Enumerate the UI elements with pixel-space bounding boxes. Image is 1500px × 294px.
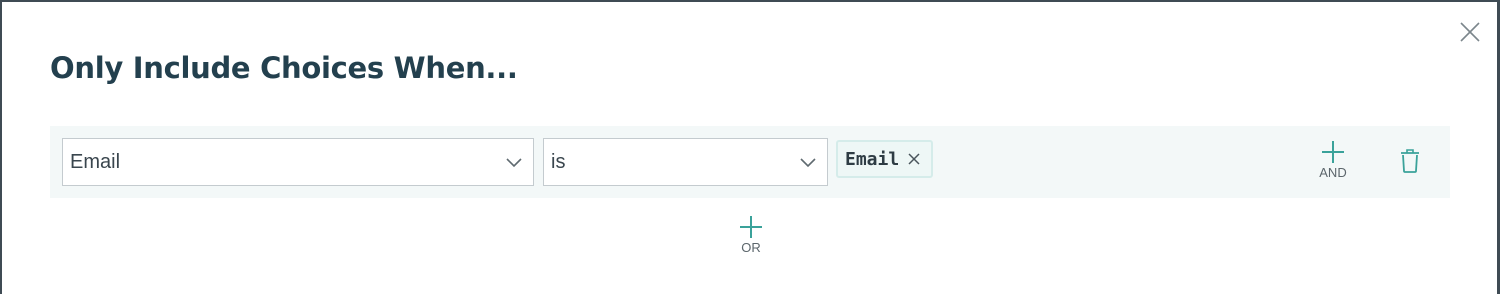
- close-button[interactable]: [1457, 19, 1483, 45]
- operator-select-value: is: [551, 151, 566, 173]
- add-and-condition-button[interactable]: AND: [1308, 140, 1358, 186]
- plus-icon: [1322, 141, 1344, 163]
- condition-row: Email is Email AND: [50, 126, 1450, 198]
- add-and-label: AND: [1319, 165, 1347, 180]
- close-icon: [1460, 22, 1480, 42]
- condition-dialog: Only Include Choices When... Email is Em…: [2, 2, 1497, 294]
- field-select-value: Email: [70, 151, 121, 173]
- remove-chip-icon[interactable]: [907, 152, 921, 166]
- trash-icon: [1401, 149, 1419, 173]
- field-select[interactable]: Email: [62, 138, 534, 186]
- chevron-down-icon: [506, 158, 522, 168]
- add-or-label: OR: [741, 240, 761, 255]
- value-chip: Email: [836, 140, 934, 178]
- dialog-title: Only Include Choices When...: [50, 51, 518, 85]
- operator-select[interactable]: is: [543, 138, 828, 186]
- value-chip-label: Email: [845, 148, 900, 170]
- plus-icon: [740, 216, 762, 238]
- chevron-down-icon: [800, 158, 816, 168]
- delete-condition-button[interactable]: [1399, 148, 1421, 174]
- add-or-condition-button[interactable]: OR: [726, 215, 776, 261]
